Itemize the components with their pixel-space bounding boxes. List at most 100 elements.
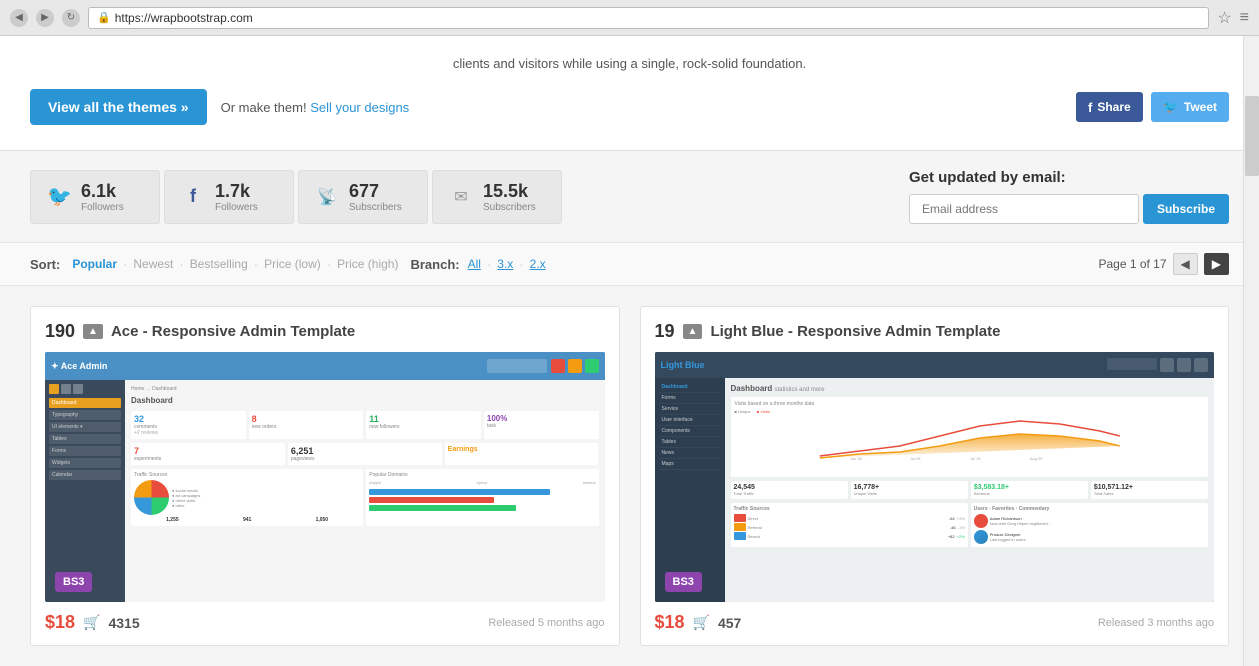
lightblue-cart-icon: 🛒 (693, 614, 710, 631)
address-bar[interactable]: 🔒 https://wrapbootstrap.com (88, 7, 1209, 29)
sort-newest[interactable]: Newest (133, 257, 173, 271)
ace-vote-count: 190 (45, 321, 75, 342)
product-card-ace: 190 ▲ Ace - Responsive Admin Template ✦ … (30, 306, 620, 646)
url-text: https://wrapbootstrap.com (115, 11, 253, 25)
sell-designs-link[interactable]: Sell your designs (310, 100, 409, 115)
branch-3x[interactable]: 3.x (497, 257, 513, 271)
product-card-lightblue: 19 ▲ Light Blue - Responsive Admin Templ… (640, 306, 1230, 646)
product-grid: 190 ▲ Ace - Responsive Admin Template ✦ … (0, 286, 1259, 666)
hero-tagline: clients and visitors while using a singl… (30, 56, 1229, 71)
branch-2x[interactable]: 2.x (530, 257, 546, 271)
back-button[interactable]: ◀ (10, 9, 28, 27)
email-form: Subscribe (909, 194, 1229, 224)
svg-text:Jul 19: Jul 19 (969, 456, 980, 461)
page-info-text: Page 1 of 17 (1098, 257, 1166, 271)
view-themes-label: View all the themes » (48, 99, 189, 115)
ace-product-title: Ace - Responsive Admin Template (111, 323, 355, 340)
sort-price-high[interactable]: Price (high) (337, 257, 398, 271)
share-label: Share (1097, 100, 1130, 114)
svg-text:Jul 05: Jul 05 (909, 456, 920, 461)
ace-product-footer: $18 🛒 4315 Released 5 months ago (45, 612, 605, 633)
email-stat: ✉ 15.5k Subscribers (432, 170, 562, 224)
lightblue-vote-count: 19 (655, 321, 675, 342)
view-themes-button[interactable]: View all the themes » (30, 89, 207, 125)
sort-popular[interactable]: Popular (72, 257, 117, 271)
lock-icon: 🔒 (97, 11, 111, 24)
sort-left: Sort: Popular · Newest · Bestselling · P… (30, 257, 546, 272)
twitter-followers-label: Followers (81, 202, 124, 213)
next-page-button[interactable]: ▶ (1204, 253, 1229, 275)
facebook-followers-label: Followers (215, 202, 258, 213)
browser-chrome: ◀ ▶ ↻ 🔒 https://wrapbootstrap.com ☆ ≡ (0, 0, 1259, 36)
ace-price: $18 (45, 612, 75, 633)
subscribe-button[interactable]: Subscribe (1143, 194, 1229, 224)
email-subscribers-count: 15.5k (483, 181, 536, 202)
branch-options: All · 3.x · 2.x (468, 257, 546, 272)
lightblue-product-footer: $18 🛒 457 Released 3 months ago (655, 612, 1215, 633)
scrollbar-thumb[interactable] (1245, 96, 1259, 176)
lightblue-screenshot[interactable]: Light Blue Dashboard Forms Service Use (655, 352, 1215, 602)
email-stat-icon: ✉ (449, 187, 473, 207)
make-them-text: Or make them! Sell your designs (221, 100, 410, 115)
sort-bar: Sort: Popular · Newest · Bestselling · P… (0, 242, 1259, 286)
lightblue-bs3-badge: BS3 (665, 572, 702, 592)
sort-price-low[interactable]: Price (low) (264, 257, 321, 271)
forward-button[interactable]: ▶ (36, 9, 54, 27)
stats-bar: 🐦 6.1k Followers f 1.7k Followers 📡 677 … (0, 151, 1259, 242)
svg-text:Jun 28: Jun 28 (849, 456, 862, 461)
email-signup: Get updated by email: Subscribe (909, 169, 1229, 224)
branch-all[interactable]: All (468, 257, 481, 271)
facebook-share-button[interactable]: f Share (1076, 92, 1143, 122)
refresh-button[interactable]: ↻ (62, 9, 80, 27)
ace-screenshot[interactable]: ✦ Ace Admin (45, 352, 605, 602)
scrollbar[interactable] (1243, 36, 1259, 666)
lightblue-price-cart: $18 🛒 457 (655, 612, 742, 633)
rss-stat-icon: 📡 (315, 187, 339, 207)
email-subscribers-label: Subscribers (483, 202, 536, 213)
email-input[interactable] (909, 194, 1139, 224)
hero-actions: View all the themes » Or make them! Sell… (30, 89, 1229, 125)
twitter-stat-icon: 🐦 (47, 184, 71, 209)
twitter-stat: 🐦 6.1k Followers (30, 170, 160, 224)
ace-sales-count: 4315 (108, 615, 139, 631)
rss-stat: 📡 677 Subscribers (298, 170, 428, 224)
ace-vote-button[interactable]: ▲ (83, 324, 103, 339)
bookmark-button[interactable]: ☆ (1217, 8, 1231, 28)
facebook-icon: f (1088, 100, 1092, 115)
hero-left: View all the themes » Or make them! Sell… (30, 89, 409, 125)
branch-label: Branch: (410, 257, 459, 272)
ace-price-cart: $18 🛒 4315 (45, 612, 140, 633)
product-header-lightblue: 19 ▲ Light Blue - Responsive Admin Templ… (655, 321, 1215, 342)
facebook-stat: f 1.7k Followers (164, 170, 294, 224)
prev-page-button[interactable]: ◀ (1173, 253, 1198, 275)
sort-label: Sort: (30, 257, 60, 272)
email-signup-title: Get updated by email: (909, 169, 1229, 186)
pagination-info: Page 1 of 17 ◀ ▶ (1098, 253, 1229, 275)
twitter-icon: 🐦 (1163, 99, 1179, 115)
stats-container: 🐦 6.1k Followers f 1.7k Followers 📡 677 … (30, 170, 869, 224)
hero-section: clients and visitors while using a singl… (0, 36, 1259, 151)
lightblue-price: $18 (655, 612, 685, 633)
rss-subscribers-count: 677 (349, 181, 402, 202)
svg-text:Aug 09: Aug 09 (1029, 456, 1042, 461)
ace-bs3-badge: BS3 (55, 572, 92, 592)
product-header-ace: 190 ▲ Ace - Responsive Admin Template (45, 321, 605, 342)
branch-section: Branch: All · 3.x · 2.x (410, 257, 545, 272)
lightblue-sales-count: 457 (718, 615, 741, 631)
rss-subscribers-label: Subscribers (349, 202, 402, 213)
sort-options: Popular · Newest · Bestselling · Price (… (72, 257, 398, 272)
ace-topbar: ✦ Ace Admin (45, 352, 605, 380)
social-buttons: f Share 🐦 Tweet (1076, 92, 1229, 122)
lightblue-product-title: Light Blue - Responsive Admin Template (710, 323, 1000, 340)
lightblue-vote-button[interactable]: ▲ (683, 324, 703, 339)
menu-button[interactable]: ≡ (1240, 9, 1249, 27)
lightblue-release-date: Released 3 months ago (1098, 617, 1214, 629)
ace-release-date: Released 5 months ago (488, 617, 604, 629)
twitter-followers-count: 6.1k (81, 181, 124, 202)
sort-bestselling[interactable]: Bestselling (190, 257, 248, 271)
facebook-stat-icon: f (181, 186, 205, 207)
facebook-followers-count: 1.7k (215, 181, 258, 202)
ace-cart-icon: 🛒 (83, 614, 100, 631)
twitter-tweet-button[interactable]: 🐦 Tweet (1151, 92, 1229, 122)
tweet-label: Tweet (1184, 100, 1217, 114)
